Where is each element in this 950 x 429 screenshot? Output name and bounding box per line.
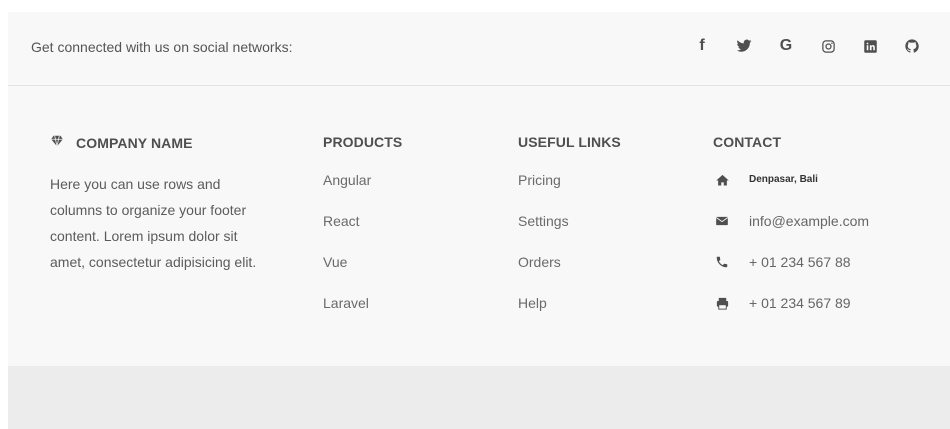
- envelope-icon: [713, 212, 731, 230]
- email-text: info@example.com: [749, 213, 870, 229]
- footer: Get connected with us on social networks…: [8, 12, 950, 429]
- contact-fax: + 01 234 567 89: [713, 293, 933, 313]
- contact-email: info@example.com: [713, 211, 933, 231]
- phone-icon-svg: [716, 256, 728, 268]
- useful-link-help[interactable]: Help: [518, 293, 668, 313]
- home-icon-svg: [715, 174, 729, 185]
- footer-main: COMPANY NAME Here you can use rows and c…: [8, 86, 950, 366]
- phone-text: + 01 234 567 88: [749, 254, 851, 270]
- social-bar: Get connected with us on social networks…: [8, 12, 950, 86]
- phone-icon: [713, 253, 731, 271]
- company-title-text: COMPANY NAME: [76, 134, 193, 151]
- facebook-icon[interactable]: f: [692, 36, 712, 56]
- gem-icon: [50, 134, 64, 151]
- useful-links-list: Pricing Settings Orders Help: [518, 170, 668, 313]
- products-heading: PRODUCTS: [323, 134, 403, 150]
- social-icons: f G: [692, 36, 922, 56]
- contact-address: Denpasar, Bali: [713, 170, 933, 190]
- products-column: PRODUCTS Angular React Vue Laravel: [323, 134, 473, 334]
- useful-links-column: USEFUL LINKS Pricing Settings Orders Hel…: [518, 134, 668, 334]
- useful-link-settings[interactable]: Settings: [518, 211, 668, 231]
- print-icon: [713, 294, 731, 312]
- products-links: Angular React Vue Laravel: [323, 170, 473, 313]
- twitter-icon-svg: [736, 39, 752, 52]
- twitter-icon[interactable]: [734, 36, 754, 56]
- instagram-icon-svg: [821, 39, 835, 53]
- useful-link-orders[interactable]: Orders: [518, 252, 668, 272]
- company-column: COMPANY NAME Here you can use rows and c…: [50, 134, 280, 275]
- product-link-react[interactable]: React: [323, 211, 473, 231]
- contact-column: CONTACT Denpasar, Bali info@example.com …: [713, 134, 933, 334]
- company-description: Here you can use rows and columns to org…: [50, 176, 257, 270]
- github-icon-svg: [905, 39, 919, 53]
- address-text: Denpasar, Bali: [749, 174, 818, 185]
- github-icon[interactable]: [902, 36, 922, 56]
- google-icon[interactable]: G: [776, 36, 796, 56]
- contact-heading: CONTACT: [713, 134, 782, 150]
- footer-bottom: [8, 366, 950, 429]
- product-link-angular[interactable]: Angular: [323, 170, 473, 190]
- product-link-vue[interactable]: Vue: [323, 252, 473, 272]
- contact-phone: + 01 234 567 88: [713, 252, 933, 272]
- social-text: Get connected with us on social networks…: [31, 39, 293, 55]
- fax-text: + 01 234 567 89: [749, 295, 851, 311]
- print-icon-svg: [716, 297, 728, 310]
- envelope-icon-svg: [715, 216, 729, 226]
- linkedin-icon-svg: [863, 39, 877, 53]
- company-heading: COMPANY NAME: [50, 134, 280, 151]
- home-icon: [713, 171, 731, 189]
- instagram-icon[interactable]: [818, 36, 838, 56]
- product-link-laravel[interactable]: Laravel: [323, 293, 473, 313]
- useful-link-pricing[interactable]: Pricing: [518, 170, 668, 190]
- gem-icon-svg: [51, 135, 63, 147]
- linkedin-icon[interactable]: [860, 36, 880, 56]
- useful-links-heading: USEFUL LINKS: [518, 134, 621, 150]
